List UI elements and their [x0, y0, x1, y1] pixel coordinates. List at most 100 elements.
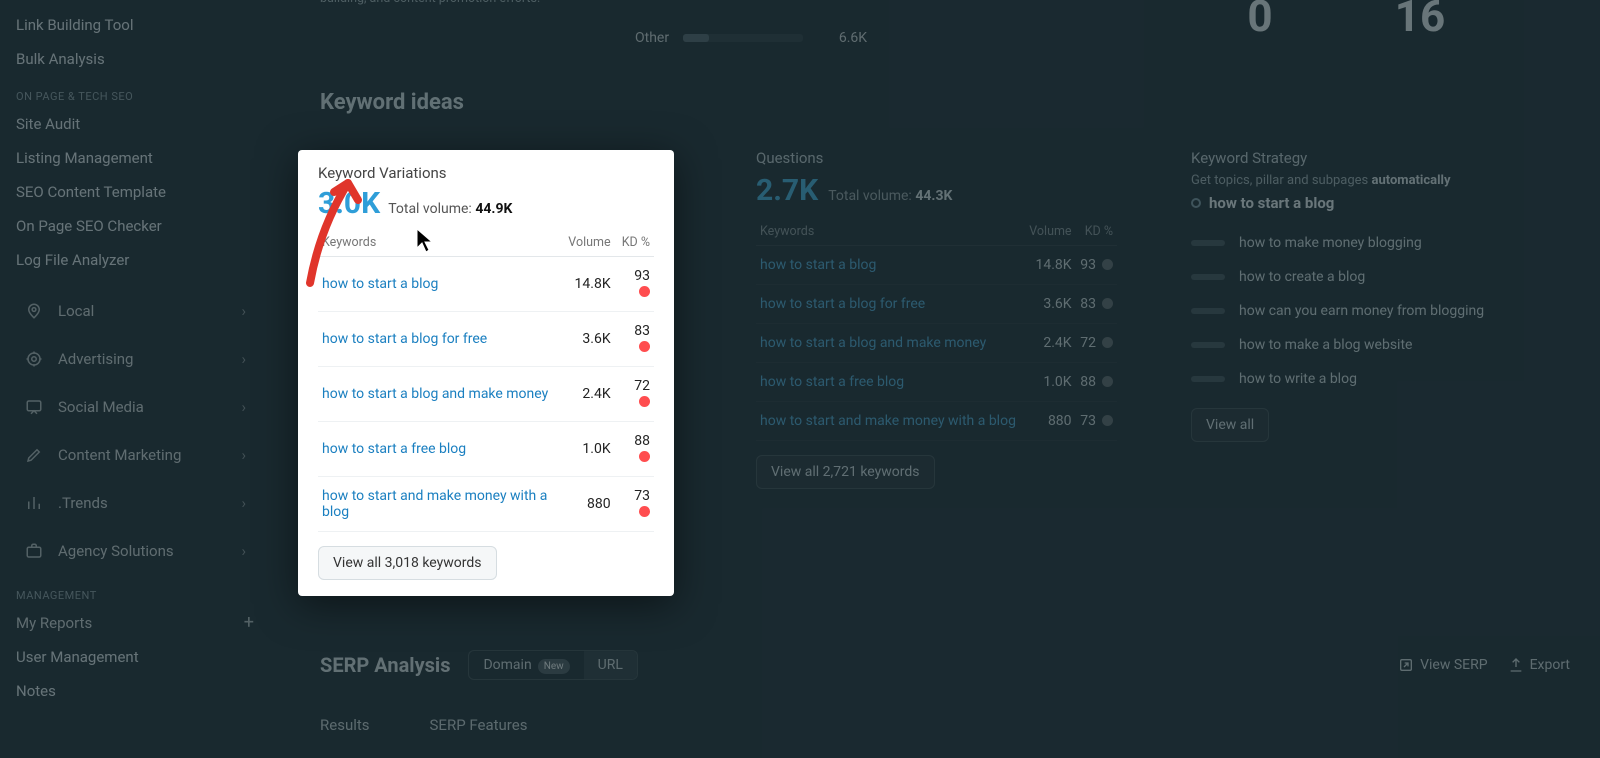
sidebar-link[interactable]: Notes: [14, 674, 256, 708]
strategy-item[interactable]: how to create a blog: [1191, 260, 1552, 294]
sidebar-link[interactable]: SEO Content Template: [14, 175, 256, 209]
strategy-item[interactable]: how to make money blogging: [1191, 226, 1552, 260]
stat-value: 16: [1360, 0, 1480, 42]
sidebar-link[interactable]: Listing Management: [14, 141, 256, 175]
sidebar-item-social[interactable]: Social Media ›: [14, 383, 256, 431]
table-row: how to start a blog for free3.6K83: [756, 285, 1117, 324]
chevron-right-icon: ›: [241, 302, 246, 320]
keyword-cell[interactable]: how to start a free blog: [756, 363, 1024, 402]
table-row: how to start a blog and make money2.4K72: [318, 367, 654, 422]
volume-cell: 3.6K: [564, 312, 614, 367]
stat-value: 0: [1200, 0, 1320, 42]
sidebar-link[interactable]: On Page SEO Checker: [14, 209, 256, 243]
keyword-cell[interactable]: how to start a blog and make money: [756, 324, 1024, 363]
table-row: how to start a blog14.8K93: [318, 257, 654, 312]
sidebar-item-reports[interactable]: My Reports +: [14, 606, 256, 640]
chat-icon: [24, 397, 44, 417]
serp-tab-features[interactable]: SERP Features: [430, 716, 528, 734]
view-all-questions-button[interactable]: View all 2,721 keywords: [756, 455, 935, 489]
sidebar-item-local[interactable]: Local ›: [14, 287, 256, 335]
chevron-right-icon: ›: [241, 398, 246, 416]
kd-cell: 93: [1076, 246, 1117, 285]
bars-icon: [24, 493, 44, 513]
keyword-cell[interactable]: how to start a blog: [318, 257, 564, 312]
stub-icon: [1191, 342, 1225, 348]
sidebar-item-advertising[interactable]: Advertising ›: [14, 335, 256, 383]
col-keywords: Keywords: [318, 229, 564, 257]
volume-cell: 14.8K: [1024, 246, 1075, 285]
distribution-label: Other: [635, 30, 669, 46]
col-keywords: Keywords: [756, 218, 1024, 246]
plus-icon[interactable]: +: [244, 614, 254, 632]
stub-icon: [1191, 240, 1225, 246]
radio-dot-icon: [1191, 198, 1201, 208]
sidebar-item-trends[interactable]: .Trends ›: [14, 479, 256, 527]
volume-cell: 2.4K: [564, 367, 614, 422]
table-row: how to start a blog for free3.6K83: [318, 312, 654, 367]
table-row: how to start a blog14.8K93: [756, 246, 1117, 285]
panel-count: 2.7K: [756, 173, 818, 208]
keyword-cell[interactable]: how to start a blog for free: [756, 285, 1024, 324]
chevron-right-icon: ›: [241, 350, 246, 368]
strategy-item-label: how to create a blog: [1239, 269, 1365, 285]
serp-title: SERP Analysis: [320, 653, 450, 677]
seg-url[interactable]: URL: [584, 651, 637, 679]
sidebar-item-agency[interactable]: Agency Solutions ›: [14, 527, 256, 575]
keyword-cell[interactable]: how to start a free blog: [318, 422, 564, 477]
view-serp-button[interactable]: View SERP: [1398, 657, 1487, 673]
strategy-item-label: how to write a blog: [1239, 371, 1357, 387]
panel-count: 3.0K: [318, 186, 380, 221]
sidebar: Link Building Tool Bulk Analysis ON PAGE…: [0, 0, 270, 758]
serp-tab-results[interactable]: Results: [320, 716, 370, 734]
sidebar-section-label: MANAGEMENT: [14, 575, 256, 606]
seg-domain[interactable]: DomainNew: [469, 651, 583, 679]
questions-panel: Questions 2.7K Total volume: 44.3K Keywo…: [738, 133, 1135, 509]
sidebar-link[interactable]: Log File Analyzer: [14, 243, 256, 277]
keyword-cell[interactable]: how to start a blog for free: [318, 312, 564, 367]
sidebar-link[interactable]: Site Audit: [14, 107, 256, 141]
strategy-root[interactable]: how to start a blog: [1191, 194, 1552, 212]
kd-cell: 73: [1076, 402, 1117, 441]
stub-icon: [1191, 274, 1225, 280]
panel-total-volume: Total volume: 44.3K: [828, 188, 952, 204]
sidebar-link[interactable]: User Management: [14, 640, 256, 674]
top-block: building, and content promotion efforts.…: [290, 0, 1600, 80]
sidebar-link[interactable]: Link Building Tool: [14, 8, 256, 42]
kd-cell: 88: [1076, 363, 1117, 402]
keyword-cell[interactable]: how to start a blog and make money: [318, 367, 564, 422]
kd-cell: 83: [1076, 285, 1117, 324]
strategy-item[interactable]: how to write a blog: [1191, 362, 1552, 396]
strategy-item-label: how can you earn money from blogging: [1239, 303, 1484, 319]
sidebar-link[interactable]: Bulk Analysis: [14, 42, 256, 76]
col-volume: Volume: [1024, 218, 1075, 246]
strategy-item[interactable]: how can you earn money from blogging: [1191, 294, 1552, 328]
keyword-cell[interactable]: how to start and make money with a blog: [756, 402, 1024, 441]
stub-icon: [1191, 308, 1225, 314]
sidebar-item-label: Local: [58, 302, 94, 320]
sidebar-item-label: Social Media: [58, 398, 144, 416]
panel-total-volume: Total volume: 44.9K: [388, 201, 512, 217]
col-volume: Volume: [564, 229, 614, 257]
cursor-icon: [416, 228, 436, 256]
sidebar-item-label: Content Marketing: [58, 446, 181, 464]
sidebar-item-content[interactable]: Content Marketing ›: [14, 431, 256, 479]
keyword-cell[interactable]: how to start and make money with a blog: [318, 477, 564, 532]
strategy-item[interactable]: how to make a blog website: [1191, 328, 1552, 362]
view-all-strategy-button[interactable]: View all: [1191, 408, 1269, 442]
distribution-value: 6.6K: [817, 30, 867, 46]
section-title: Keyword ideas: [320, 90, 1570, 115]
sidebar-item-label: Advertising: [58, 350, 133, 368]
keyword-cell[interactable]: how to start a blog: [756, 246, 1024, 285]
sidebar-item-label: My Reports: [16, 614, 92, 632]
strategy-tagline: Get topics, pillar and subpages automati…: [1191, 173, 1552, 188]
chevron-right-icon: ›: [241, 446, 246, 464]
panel-title: Keyword Variations: [298, 164, 674, 186]
pencil-icon: [24, 445, 44, 465]
sidebar-item-label: Agency Solutions: [58, 542, 174, 560]
table-row: how to start and make money with a blog8…: [318, 477, 654, 532]
view-all-variations-button[interactable]: View all 3,018 keywords: [318, 546, 497, 580]
export-button[interactable]: Export: [1508, 657, 1570, 673]
panel-title: Keyword Strategy: [1191, 149, 1552, 167]
stub-icon: [1191, 376, 1225, 382]
target-icon: [24, 349, 44, 369]
